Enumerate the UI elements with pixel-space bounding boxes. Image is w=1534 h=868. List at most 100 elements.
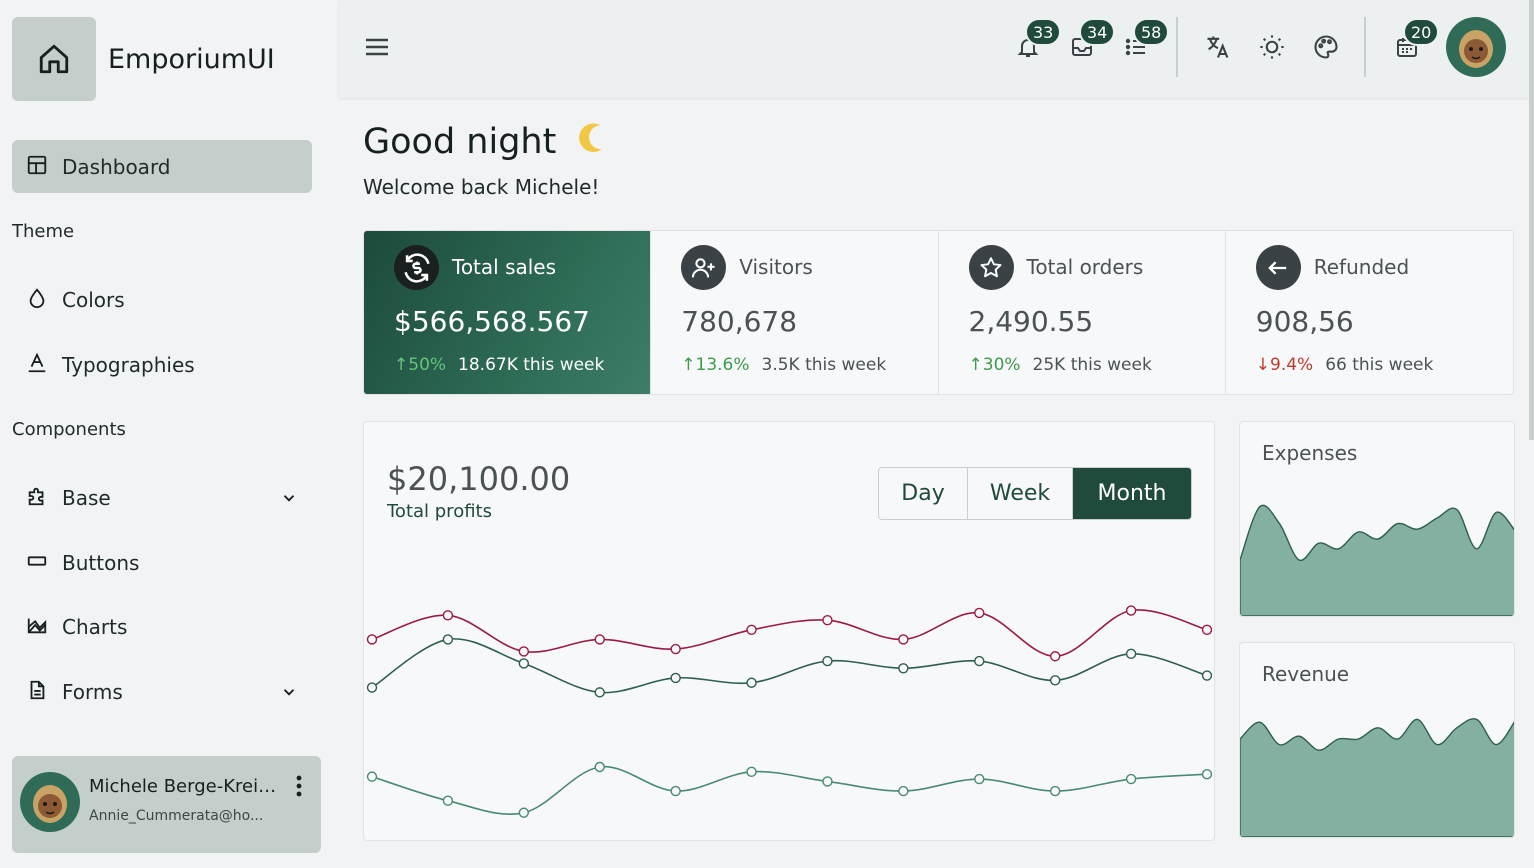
avatar[interactable] (20, 772, 80, 832)
return-arrow-icon (1255, 245, 1301, 290)
data-point[interactable] (670, 643, 681, 655)
user-add-icon (681, 245, 727, 290)
chevron-down-icon[interactable] (280, 489, 298, 511)
data-point[interactable] (670, 672, 681, 684)
star-icon (968, 245, 1014, 290)
stat-card-visitors[interactable]: Visitors 780,678 ↑ 13.6% 3.5K this week (651, 231, 939, 394)
user-card[interactable]: Michele Berge-Kreig... Annie_Cummerata@h… (12, 756, 321, 853)
data-point[interactable] (518, 807, 530, 818)
stat-value: $566,568.567 (394, 305, 590, 338)
document-icon (26, 679, 48, 705)
stat-value: 2,490.55 (968, 305, 1094, 338)
arrow-up-icon: ↑ (681, 355, 696, 375)
data-point[interactable] (974, 655, 985, 667)
revenue-card: Revenue (1239, 642, 1515, 838)
data-point[interactable] (746, 677, 757, 688)
mini-chart-title: Revenue (1262, 662, 1350, 686)
translate-icon[interactable] (1203, 32, 1233, 62)
data-point[interactable] (898, 785, 909, 797)
data-point[interactable] (974, 773, 985, 785)
data-point[interactable] (366, 682, 378, 693)
data-point[interactable] (1201, 670, 1213, 681)
divider (1176, 17, 1178, 77)
data-point[interactable] (746, 766, 757, 778)
avatar[interactable] (1446, 17, 1506, 77)
data-point[interactable] (442, 795, 454, 806)
data-point[interactable] (1201, 624, 1213, 635)
sidebar-item-typographies[interactable]: Typographies (12, 340, 312, 390)
stat-trend: 13.6% (695, 355, 750, 375)
stat-footer: ↑ 13.6% 3.5K this week (681, 355, 886, 375)
chevron-down-icon[interactable] (280, 683, 298, 705)
stats-row: Total sales $566,568.567 ↑ 50% 18.67K th… (363, 230, 1514, 395)
data-point[interactable] (670, 785, 681, 797)
data-point[interactable] (974, 607, 985, 619)
data-point[interactable] (1049, 785, 1061, 797)
data-point[interactable] (746, 624, 757, 635)
stat-value: 780,678 (681, 305, 798, 338)
sidebar-item-colors[interactable]: Colors (12, 275, 312, 325)
button-shape-icon (26, 550, 48, 576)
stat-footer: ↑ 30% 25K this week (969, 355, 1152, 375)
sidebar-item-buttons[interactable]: Buttons (12, 538, 312, 588)
stat-trend: 9.4% (1270, 355, 1314, 375)
data-point[interactable] (366, 771, 378, 782)
data-point[interactable] (1125, 605, 1137, 616)
data-point[interactable] (1125, 773, 1137, 785)
data-point[interactable] (442, 634, 454, 645)
data-point[interactable] (1049, 675, 1061, 686)
stat-title: Total sales (452, 255, 557, 279)
topbar: 33 34 58 20 (339, 0, 1534, 98)
arrow-up-icon: ↑ (394, 355, 409, 375)
data-point[interactable] (1201, 769, 1213, 780)
data-point[interactable] (822, 614, 833, 626)
sidebar-item-forms[interactable]: Forms (12, 667, 312, 717)
data-point[interactable] (822, 655, 833, 667)
sidebar-item-charts[interactable]: Charts (12, 602, 312, 652)
stat-trend: 50% (408, 355, 447, 375)
area-chart-icon (26, 614, 48, 640)
data-point[interactable] (518, 658, 530, 669)
stat-card-refunded[interactable]: Refunded 908,56 ↓ 9.4% 66 this week (1226, 231, 1513, 394)
arrow-down-icon: ↓ (1255, 355, 1270, 375)
palette-icon[interactable] (1311, 32, 1341, 62)
brand[interactable]: EmporiumUI (12, 17, 275, 101)
data-point[interactable] (442, 610, 454, 621)
more-vertical-icon[interactable] (292, 774, 306, 802)
menu-icon[interactable] (364, 35, 390, 63)
data-point[interactable] (594, 761, 605, 773)
page-title: Good night (363, 118, 610, 165)
data-point[interactable] (898, 663, 909, 674)
data-point[interactable] (518, 646, 530, 657)
notifications-badge: 33 (1025, 18, 1062, 46)
sidebar-item-dashboard[interactable]: Dashboard (12, 140, 312, 193)
expenses-card: Expenses (1239, 421, 1515, 617)
home-icon[interactable] (12, 17, 96, 101)
data-point[interactable] (1125, 648, 1137, 660)
sun-icon[interactable] (1257, 32, 1287, 62)
profits-chart-card: $20,100.00 Total profits Day Week Month (363, 421, 1215, 841)
divider (1364, 17, 1366, 77)
stat-card-total-sales[interactable]: Total sales $566,568.567 ↑ 50% 18.67K th… (364, 231, 652, 394)
data-point[interactable] (366, 634, 378, 645)
data-point[interactable] (1049, 651, 1061, 662)
brand-name: EmporiumUI (108, 43, 275, 75)
sidebar-item-base[interactable]: Base (12, 473, 312, 523)
droplet-icon (26, 287, 48, 313)
scrollbar[interactable] (1529, 0, 1534, 440)
revenue-area-chart (1240, 718, 1514, 837)
data-point[interactable] (594, 634, 605, 645)
data-point[interactable] (822, 776, 833, 787)
calendar-badge: 20 (1403, 18, 1440, 46)
series-line-1 (371, 638, 1208, 694)
stat-week: 25K this week (1032, 355, 1152, 375)
sidebar-item-label: Forms (62, 680, 123, 704)
area-series (1240, 718, 1514, 837)
data-point[interactable] (594, 687, 605, 698)
stat-card-total-orders[interactable]: Total orders 2,490.55 ↑ 30% 25K this wee… (939, 231, 1226, 394)
sidebar: EmporiumUI Dashboard Theme Colors Typogr… (0, 0, 339, 868)
series-line-0 (371, 609, 1208, 658)
data-point[interactable] (898, 634, 909, 645)
stat-title: Visitors (739, 255, 813, 279)
stat-week: 66 this week (1325, 355, 1434, 375)
